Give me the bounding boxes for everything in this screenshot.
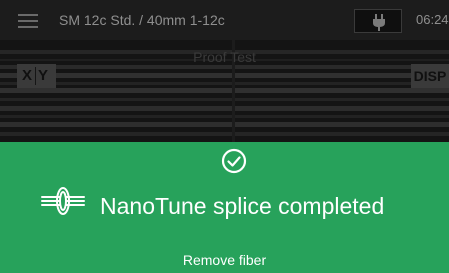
- status-bar: SM 12c Std. / 40mm 1-12c 06:24: [0, 0, 449, 40]
- plug-icon: [373, 14, 385, 31]
- splicer-screen: SM 12c Std. / 40mm 1-12c 06:24 Proof Tes…: [0, 0, 449, 273]
- proof-test-label: Proof Test: [193, 49, 256, 65]
- fiber-viewer: Proof Test X Y DISP: [0, 40, 449, 142]
- remove-fiber-instruction: Remove fiber: [182, 252, 267, 268]
- xy-separator: [35, 67, 36, 85]
- x-view-label: X: [22, 67, 33, 84]
- check-circle-icon: [221, 148, 247, 174]
- hamburger-menu-icon[interactable]: [18, 14, 38, 28]
- splice-complete-banner: NanoTune splice completed Remove fiber: [0, 142, 449, 273]
- y-view-label: Y: [38, 67, 49, 84]
- clock-time: 06:24: [416, 12, 449, 27]
- splice-status-message: NanoTune splice completed: [100, 193, 385, 219]
- power-status-button[interactable]: [354, 9, 402, 33]
- nanotune-splice-icon: [41, 187, 85, 215]
- xy-view-button[interactable]: X Y: [17, 64, 56, 88]
- splice-program-title[interactable]: SM 12c Std. / 40mm 1-12c: [59, 12, 225, 28]
- display-button[interactable]: DISP: [411, 64, 449, 88]
